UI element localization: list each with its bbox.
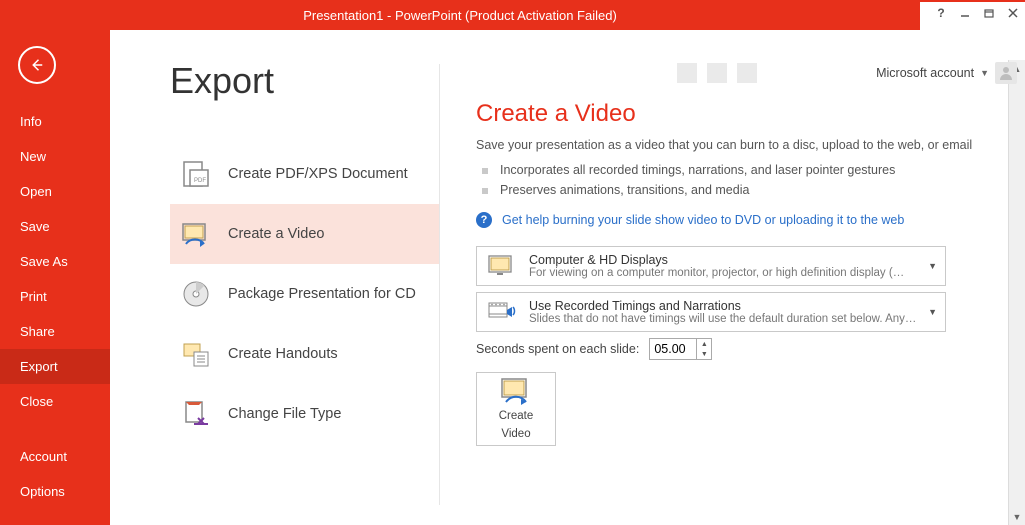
- chevron-down-icon: ▼: [980, 68, 989, 78]
- arrow-left-icon: [28, 56, 46, 74]
- bullet-item: Incorporates all recorded timings, narra…: [476, 160, 997, 180]
- export-option-label: Create a Video: [228, 226, 324, 242]
- title-bar: Presentation1 - PowerPoint (Product Acti…: [0, 0, 1025, 30]
- create-video-icon: [498, 376, 534, 406]
- detail-bullets: Incorporates all recorded timings, narra…: [476, 160, 997, 200]
- handouts-icon: [178, 336, 214, 372]
- dropdown-desc: For viewing on a computer monitor, proje…: [529, 267, 917, 279]
- create-video-button-line2: Video: [501, 428, 530, 442]
- decorative-shapes: [677, 60, 897, 86]
- change-file-type-icon: [178, 396, 214, 432]
- backstage-sidebar: Info New Open Save Save As Print Share E…: [0, 30, 110, 525]
- nav-close[interactable]: Close: [0, 384, 110, 419]
- nav-export[interactable]: Export: [0, 349, 110, 384]
- back-button[interactable]: [18, 46, 56, 84]
- export-option-label: Create PDF/XPS Document: [228, 166, 408, 182]
- nav-print[interactable]: Print: [0, 279, 110, 314]
- detail-subtitle: Save your presentation as a video that y…: [476, 138, 997, 152]
- seconds-label: Seconds spent on each slide:: [476, 342, 639, 356]
- create-video-icon: [178, 216, 214, 252]
- timings-dropdown[interactable]: Use Recorded Timings and Narrations Slid…: [476, 292, 946, 332]
- export-options-column: PDF Create PDF/XPS Document Create a Vid…: [110, 64, 440, 505]
- close-button[interactable]: [1001, 2, 1025, 24]
- export-detail-column: Create a Video Save your presentation as…: [440, 30, 1025, 525]
- display-icon: [485, 251, 519, 281]
- cd-icon: [178, 276, 214, 312]
- spinner-down[interactable]: ▼: [697, 349, 711, 359]
- nav-info[interactable]: Info: [0, 104, 110, 139]
- nav-account[interactable]: Account: [0, 439, 110, 474]
- chevron-down-icon: ▼: [928, 307, 937, 317]
- svg-text:PDF: PDF: [194, 178, 206, 184]
- minimize-button[interactable]: [953, 2, 977, 24]
- help-row: ? Get help burning your slide show video…: [476, 212, 997, 228]
- export-option-label: Package Presentation for CD: [228, 286, 416, 302]
- chevron-down-icon: ▼: [928, 261, 937, 271]
- bullet-item: Preserves animations, transitions, and m…: [476, 180, 997, 200]
- restore-button[interactable]: [977, 2, 1001, 24]
- page-title: Export: [170, 60, 274, 102]
- create-video-button-line1: Create: [499, 410, 534, 424]
- spinner-up[interactable]: ▲: [697, 339, 711, 349]
- nav-new[interactable]: New: [0, 139, 110, 174]
- seconds-input[interactable]: [650, 340, 696, 358]
- export-option-create-video[interactable]: Create a Video: [170, 204, 439, 264]
- export-option-package-cd[interactable]: Package Presentation for CD: [170, 264, 439, 324]
- export-option-label: Change File Type: [228, 406, 341, 422]
- detail-heading: Create a Video: [476, 100, 997, 128]
- pdf-xps-icon: PDF: [178, 156, 214, 192]
- nav-save[interactable]: Save: [0, 209, 110, 244]
- window-title-text: Presentation1 - PowerPoint (Product Acti…: [303, 8, 617, 23]
- window-title: Presentation1 - PowerPoint (Product Acti…: [0, 0, 920, 30]
- avatar: [995, 62, 1017, 84]
- account-menu[interactable]: Microsoft account ▼: [876, 60, 1017, 86]
- window-controls: ?: [920, 0, 1025, 30]
- export-option-label: Create Handouts: [228, 346, 338, 362]
- help-icon: ?: [476, 212, 492, 228]
- seconds-row: Seconds spent on each slide: ▲ ▼: [476, 338, 997, 360]
- export-option-pdf-xps[interactable]: PDF Create PDF/XPS Document: [170, 144, 439, 204]
- export-option-handouts[interactable]: Create Handouts: [170, 324, 439, 384]
- vertical-scrollbar[interactable]: ▲ ▼: [1008, 60, 1025, 525]
- main-content: Export PDF Create PDF/XPS Document Creat…: [110, 30, 1025, 525]
- nav-options[interactable]: Options: [0, 474, 110, 509]
- nav-open[interactable]: Open: [0, 174, 110, 209]
- dropdown-desc: Slides that do not have timings will use…: [529, 313, 917, 325]
- help-link[interactable]: Get help burning your slide show video t…: [502, 213, 904, 227]
- nav-share[interactable]: Share: [0, 314, 110, 349]
- filmstrip-audio-icon: [485, 297, 519, 327]
- dropdown-title: Computer & HD Displays: [529, 253, 917, 267]
- create-video-button[interactable]: Create Video: [476, 372, 556, 446]
- nav-save-as[interactable]: Save As: [0, 244, 110, 279]
- help-button[interactable]: ?: [929, 2, 953, 24]
- dropdown-title: Use Recorded Timings and Narrations: [529, 299, 917, 313]
- scroll-down-arrow[interactable]: ▼: [1009, 508, 1025, 525]
- export-option-change-file-type[interactable]: Change File Type: [170, 384, 439, 444]
- seconds-spinner[interactable]: ▲ ▼: [649, 338, 712, 360]
- video-quality-dropdown[interactable]: Computer & HD Displays For viewing on a …: [476, 246, 946, 286]
